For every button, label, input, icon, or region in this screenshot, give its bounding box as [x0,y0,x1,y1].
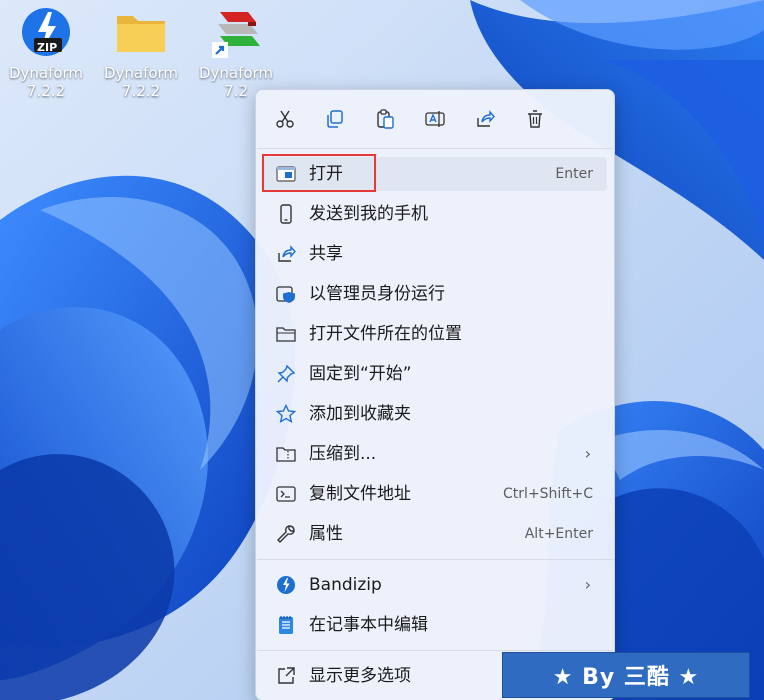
menu-item-send-to-phone[interactable]: 发送到我的手机 [261,197,607,231]
desktop-icon-version: 7.2.2 [121,82,161,100]
bandizip-icon [275,575,297,595]
menu-item-label: 显示更多选项 [309,666,411,686]
menu-item-add-to-favorites[interactable]: 添加到收藏夹 [261,397,607,431]
menu-item-properties[interactable]: 属性 Alt+Enter [261,517,607,551]
share-button[interactable] [471,105,499,133]
menu-item-shortcut: Ctrl+Shift+C [503,486,593,502]
folder-icon [275,324,297,344]
menu-item-label: 属性 [309,524,343,544]
desktop-icon-folder[interactable]: Dynaform 7.2.2 [98,4,184,100]
menu-item-label: 复制文件地址 [309,484,411,504]
menu-item-shortcut: Alt+Enter [524,526,593,542]
menu-separator [257,650,613,651]
chevron-right-icon: › [584,575,591,594]
menu-item-label: 固定到“开始” [309,364,412,384]
desktop-icon-app-shortcut[interactable]: Dynaform 7.2 [193,4,279,100]
zip-badge-label: ZIP [37,41,58,54]
copy-icon [327,110,343,128]
menu-item-open-file-location[interactable]: 打开文件所在的位置 [261,317,607,351]
menu-item-edit-in-notepad[interactable]: 在记事本中编辑 [261,608,607,642]
zip-folder-icon [275,444,297,464]
scissors-icon [276,110,294,128]
folder-icon [113,4,169,60]
menu-item-share[interactable]: 共享 [261,237,607,271]
menu-item-label: 在记事本中编辑 [309,615,428,635]
trash-icon [528,110,542,128]
menu-item-bandizip[interactable]: Bandizip › [261,568,607,602]
desktop-icon-zip[interactable]: ZIP Dynaform 7.2.2 [3,4,89,100]
menu-item-label: 发送到我的手机 [309,204,428,224]
admin-shield-icon [275,284,297,304]
menu-item-shortcut: Enter [555,166,593,182]
copy-button[interactable] [321,105,349,133]
cut-button[interactable] [271,105,299,133]
zip-archive-icon: ZIP [18,4,74,60]
share-icon [477,110,495,127]
more-options-icon [275,666,297,686]
menu-item-label: 添加到收藏夹 [309,404,411,424]
rename-icon [425,111,445,127]
notepad-icon [275,615,297,635]
desktop-icon-label: Dynaform [8,64,84,82]
copy-path-icon [275,484,297,504]
menu-item-label: 打开文件所在的位置 [309,324,462,344]
wrench-icon [275,524,297,544]
menu-separator [257,559,613,560]
desktop-icon-label: Dynaform [198,64,274,82]
menu-item-copy-file-path[interactable]: 复制文件地址 Ctrl+Shift+C [261,477,607,511]
context-menu-toolbar [256,90,614,148]
menu-item-label: 压缩到... [309,444,377,464]
desktop: ZIP Dynaform 7.2.2 Dynaform 7.2.2 Dynafo… [0,0,764,700]
menu-item-compress-to[interactable]: 压缩到... › [261,437,607,471]
watermark-badge: ★ By 三酷 ★ [502,652,750,698]
share-icon [275,244,297,264]
chevron-right-icon: › [584,444,591,463]
desktop-icon-version: 7.2.2 [26,82,66,100]
pin-icon [275,364,297,384]
delete-button[interactable] [521,105,549,133]
menu-item-label: 共享 [309,244,343,264]
menu-item-label: 以管理员身份运行 [309,284,445,304]
menu-item-run-as-admin[interactable]: 以管理员身份运行 [261,277,607,311]
desktop-icon-label: Dynaform [103,64,179,82]
star-icon [275,404,297,424]
paste-button[interactable] [371,105,399,133]
menu-item-pin-to-start[interactable]: 固定到“开始” [261,357,607,391]
menu-separator [257,148,613,149]
app-shortcut-icon [208,4,264,60]
phone-icon [275,204,297,224]
annotation-highlight-box [262,154,376,192]
clipboard-icon [377,109,394,129]
rename-button[interactable] [421,105,449,133]
menu-item-label: Bandizip [309,575,382,595]
